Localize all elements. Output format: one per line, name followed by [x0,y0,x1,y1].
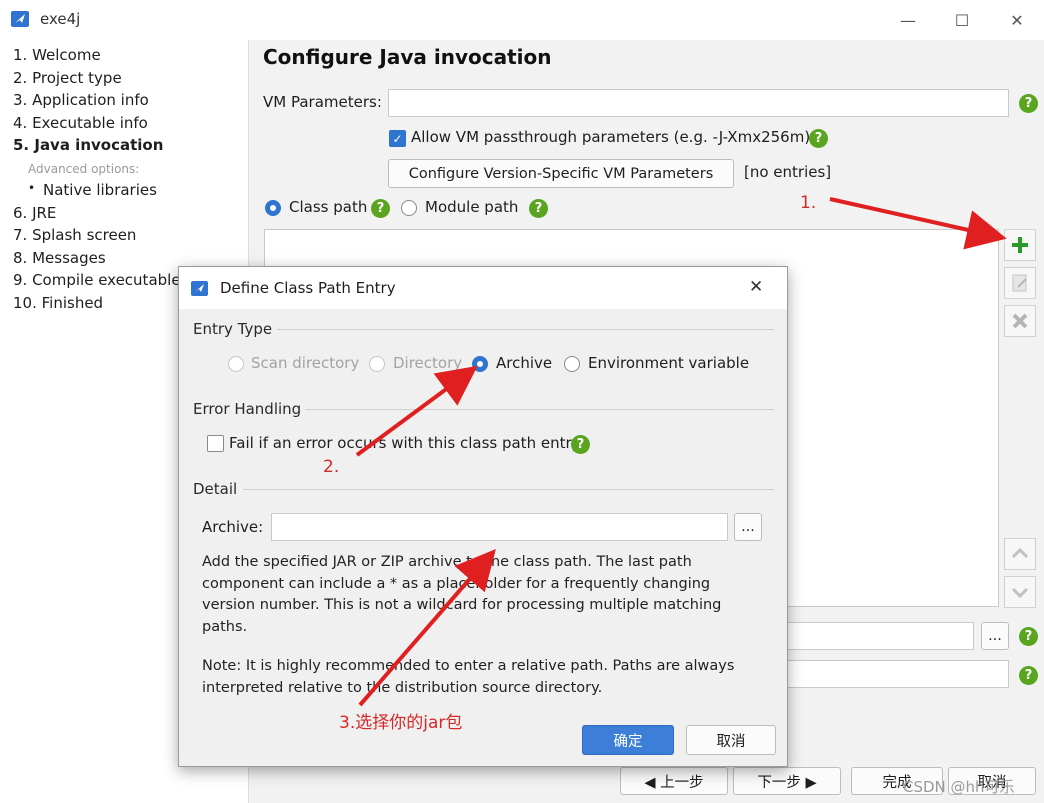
move-up-button[interactable] [1004,538,1036,570]
sidebar-advanced-options-label: Advanced options: [28,162,140,176]
delete-icon [1012,313,1028,329]
title-bar: exe4j — ☐ ✕ [0,0,1044,40]
vm-parameters-input[interactable] [388,89,1009,117]
sidebar-item-project-type[interactable]: 2. Project type [13,69,122,87]
watermark: CSDN @hh可乐 [903,778,1015,796]
module-path-radio[interactable] [401,200,417,216]
sidebar-item-splash-screen[interactable]: 7. Splash screen [13,226,136,244]
archive-type-label: Archive [496,354,553,372]
move-down-button[interactable] [1004,576,1036,608]
dialog-title: Define Class Path Entry [220,279,396,297]
passthrough-label: Allow VM passthrough parameters (e.g. -J… [411,128,811,146]
window-title: exe4j [40,10,81,28]
vm-parameters-label: VM Parameters: [263,93,382,111]
chevron-down-icon [1011,587,1029,599]
dialog-close-button[interactable]: ✕ [749,277,763,297]
class-path-label: Class path [289,198,368,216]
vm-parameters-help-icon[interactable]: ? [1019,94,1038,113]
back-button[interactable]: ◀ 上一步 [620,767,728,795]
define-class-path-dialog: Define Class Path Entry ✕ Entry Type Sca… [178,266,788,767]
passthrough-checkbox[interactable]: ✓ [389,130,406,147]
sidebar-item-executable-info[interactable]: 4. Executable info [13,114,148,132]
archive-field-label: Archive: [202,518,264,536]
annotation-step-2: 2. [323,457,340,477]
archive-radio[interactable] [472,356,488,372]
fail-on-error-checkbox[interactable] [207,435,224,452]
entry-type-section-label: Entry Type [193,320,273,338]
arguments-input[interactable] [786,660,1009,688]
fail-on-error-help-icon[interactable]: ? [571,435,590,454]
module-path-help-icon[interactable]: ? [529,199,548,218]
archive-path-input[interactable] [271,513,728,541]
arguments-help-icon[interactable]: ? [1019,666,1038,685]
annotation-step-3: 3.选择你的jar包 [339,713,463,733]
scan-directory-radio[interactable] [228,356,244,372]
directory-label: Directory [393,354,463,372]
module-path-label: Module path [425,198,519,216]
remove-entry-button[interactable] [1004,305,1036,337]
dialog-title-bar: Define Class Path Entry ✕ [179,267,787,309]
add-entry-button[interactable] [1004,229,1036,261]
annotation-step-1: 1. [800,193,817,213]
sidebar-item-finished[interactable]: 10. Finished [13,294,103,312]
ok-button[interactable]: 确定 [582,725,674,755]
dialog-logo-icon [191,281,208,296]
fail-on-error-label: Fail if an error occurs with this class … [229,434,581,452]
main-class-help-icon[interactable]: ? [1019,627,1038,646]
close-button[interactable]: ✕ [994,6,1040,34]
error-handling-section-label: Error Handling [193,400,302,418]
class-path-help-icon[interactable]: ? [371,199,390,218]
environment-variable-radio[interactable] [564,356,580,372]
sidebar-item-java-invocation[interactable]: 5. Java invocation [13,136,163,154]
edit-icon [1012,274,1027,292]
directory-radio[interactable] [369,356,385,372]
environment-variable-label: Environment variable [588,354,750,372]
minimize-button[interactable]: — [885,6,931,34]
sidebar-item-application-info[interactable]: 3. Application info [13,91,149,109]
archive-description: Add the specified JAR or ZIP archive to … [202,554,722,635]
detail-section-label: Detail [193,480,238,498]
chevron-up-icon [1011,547,1029,559]
edit-entry-button[interactable] [1004,267,1036,299]
sidebar-item-messages[interactable]: 8. Messages [13,249,106,267]
main-class-input[interactable] [786,622,974,650]
scan-directory-label: Scan directory [251,354,360,372]
dialog-cancel-button[interactable]: 取消 [686,725,776,755]
class-path-radio[interactable] [265,200,281,216]
main-class-browse-button[interactable]: ... [981,622,1009,650]
relative-path-note: Note: It is highly recommended to enter … [202,658,735,696]
sidebar-bullet: • [28,181,36,195]
plus-icon [1012,237,1028,253]
no-entries-text: [no entries] [744,163,832,181]
error-handling-divider [305,409,774,410]
maximize-button[interactable]: ☐ [939,6,985,34]
detail-divider [243,489,774,490]
passthrough-help-icon[interactable]: ? [809,129,828,148]
sidebar-item-welcome[interactable]: 1. Welcome [13,46,101,64]
configure-version-vm-params-button[interactable]: Configure Version-Specific VM Parameters [388,159,734,188]
archive-browse-button[interactable]: ... [734,513,762,541]
app-logo-icon [11,11,29,27]
sidebar-item-jre[interactable]: 6. JRE [13,204,56,222]
sidebar-item-native-libraries[interactable]: Native libraries [43,181,157,199]
sidebar-item-compile-executable[interactable]: 9. Compile executable [13,271,181,289]
entry-type-divider [277,329,774,330]
next-button[interactable]: 下一步 ▶ [733,767,841,795]
page-title: Configure Java invocation [263,45,552,69]
